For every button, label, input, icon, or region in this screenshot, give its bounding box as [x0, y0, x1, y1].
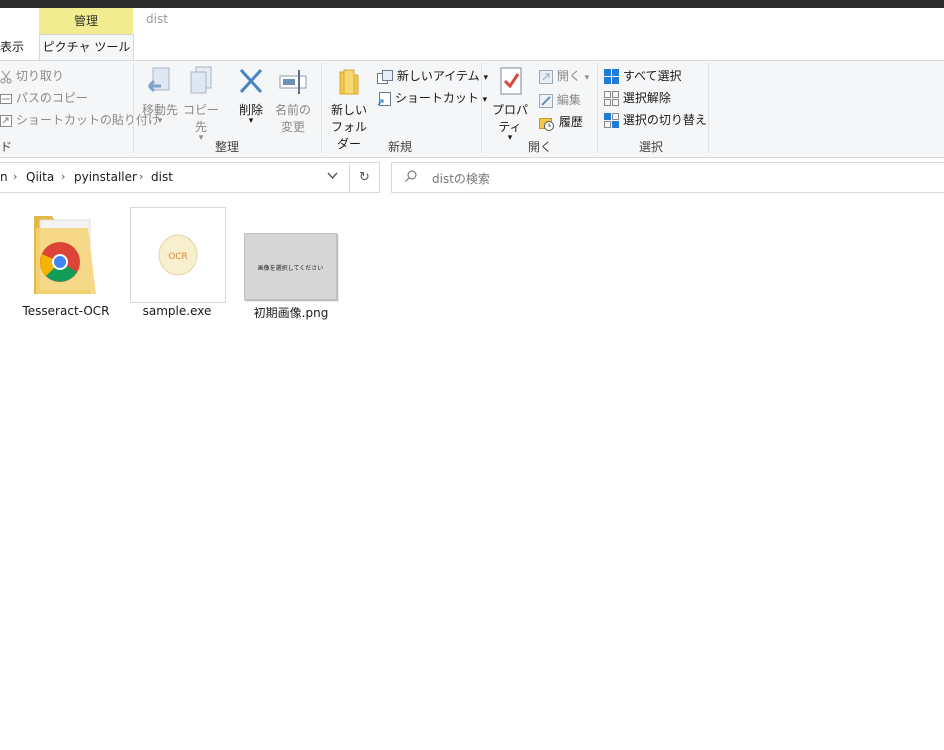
organize-group-label: 整理	[215, 140, 240, 154]
rename-icon	[279, 70, 307, 94]
paste-shortcut-label: ショートカットの貼り付け	[15, 113, 160, 127]
new-item-label: 新しいアイテム	[396, 69, 480, 83]
history-label: 履歴	[558, 115, 583, 129]
move-to-button[interactable]: 移動先 ▾	[140, 66, 180, 126]
select-all-icon	[604, 69, 619, 84]
new-item-button[interactable]: 新しいアイテム ▾	[377, 67, 488, 84]
window-title: dist	[146, 12, 168, 26]
copy-to-button[interactable]: コピー先 ▾	[181, 66, 221, 143]
ocr-app-icon: OCR	[158, 233, 198, 280]
open-group-label: 開く	[528, 140, 553, 154]
paste-shortcut-button[interactable]: ショートカットの貼り付け	[0, 111, 160, 128]
select-none-label: 選択解除	[622, 91, 671, 105]
address-bar[interactable]	[0, 162, 378, 193]
edit-pencil-icon	[539, 93, 553, 108]
delete-button[interactable]: 削除 ▾	[232, 66, 270, 126]
invert-selection-button[interactable]: 選択の切り替え	[604, 111, 707, 128]
rename-button[interactable]: 名前の 変更	[273, 66, 313, 135]
search-icon	[405, 170, 417, 185]
breadcrumb-item[interactable]: n	[0, 170, 8, 184]
select-all-button[interactable]: すべて選択	[604, 67, 682, 84]
refresh-button[interactable]: ↻	[349, 162, 380, 193]
open-label: 開く	[556, 69, 581, 83]
rename-label-1: 名前の	[274, 103, 311, 117]
open-icon	[539, 69, 553, 84]
folder-chrome-icon	[34, 216, 96, 294]
history-button[interactable]: 履歴	[539, 113, 583, 131]
new-folder-icon	[339, 69, 359, 95]
group-divider	[708, 63, 709, 153]
rename-label-2: 変更	[280, 120, 305, 134]
select-none-button[interactable]: 選択解除	[604, 89, 671, 106]
cut-button[interactable]: 切り取り	[0, 67, 64, 84]
breadcrumb-chevron-icon[interactable]: ›	[139, 170, 143, 183]
breadcrumb-item[interactable]: Qiita	[26, 170, 54, 184]
group-divider	[481, 63, 482, 153]
tab-picture-tools[interactable]: ピクチャ ツール	[39, 34, 134, 60]
breadcrumb-chevron-icon[interactable]: ›	[61, 170, 65, 183]
copy-path-button[interactable]: パスのコピー	[0, 89, 88, 106]
copy-to-icon	[190, 66, 212, 94]
edit-label: 編集	[556, 93, 581, 107]
copy-path-label: パスのコピー	[15, 91, 88, 105]
properties-icon	[500, 67, 522, 95]
title-bar-strip	[0, 0, 944, 8]
shortcut-icon	[377, 91, 391, 106]
file-item-folder[interactable]	[26, 210, 106, 300]
select-all-label: すべて選択	[622, 69, 682, 83]
copy-to-label: コピー先	[182, 103, 219, 134]
new-folder-label-1: 新しい	[330, 103, 367, 117]
refresh-icon: ↻	[359, 170, 370, 185]
file-name: 初期画像.png	[253, 306, 329, 320]
breadcrumb-chevron-icon[interactable]: ›	[13, 170, 17, 183]
paste-shortcut-icon	[0, 114, 12, 127]
file-item-png-thumbnail[interactable]: 画像を選択してください	[244, 233, 337, 300]
ribbon-tab-row	[0, 8, 944, 60]
new-folder-button[interactable]: 新しい フォルダー	[326, 66, 372, 152]
path-icon	[0, 93, 12, 104]
context-tab-header: 管理	[39, 8, 133, 34]
clipboard-group-label: ド	[0, 140, 13, 154]
open-button[interactable]: 開く ▾	[539, 67, 589, 84]
invert-selection-label: 選択の切り替え	[622, 113, 707, 127]
group-divider	[321, 63, 322, 153]
new-folder-label-2: フォルダー	[330, 120, 367, 151]
file-name: Tesseract-OCR	[22, 304, 110, 318]
tab-view[interactable]: 表示	[0, 38, 24, 55]
select-none-icon	[604, 91, 619, 106]
svg-text:OCR: OCR	[168, 252, 188, 262]
new-group-label: 新規	[388, 140, 413, 154]
new-item-icon	[377, 69, 393, 84]
delete-x-icon	[239, 68, 263, 94]
breadcrumb-item[interactable]: dist	[151, 170, 173, 184]
move-to-icon	[147, 67, 170, 93]
group-divider	[133, 63, 134, 153]
file-name: sample.exe	[142, 304, 212, 318]
group-divider	[597, 63, 598, 153]
shortcut-label: ショートカット	[394, 91, 479, 105]
address-dropdown-chevron-down-icon[interactable]	[327, 170, 338, 184]
properties-label: プロパティ	[491, 103, 528, 134]
breadcrumb-item[interactable]: pyinstaller	[74, 170, 137, 184]
invert-selection-icon	[604, 113, 619, 128]
context-tab-header-label: 管理	[73, 14, 98, 28]
thumbnail-text: 画像を選択してください	[257, 265, 324, 272]
tab-picture-tools-label: ピクチャ ツール	[42, 40, 131, 54]
properties-button[interactable]: プロパティ ▾	[486, 66, 534, 143]
scissors-icon	[0, 70, 12, 83]
shortcut-button[interactable]: ショートカット ▾	[377, 89, 487, 106]
history-icon	[539, 117, 554, 131]
select-group-label: 選択	[639, 140, 664, 154]
search-placeholder: distの検索	[432, 172, 490, 186]
cut-label: 切り取り	[15, 69, 64, 83]
edit-button[interactable]: 編集	[539, 91, 581, 108]
